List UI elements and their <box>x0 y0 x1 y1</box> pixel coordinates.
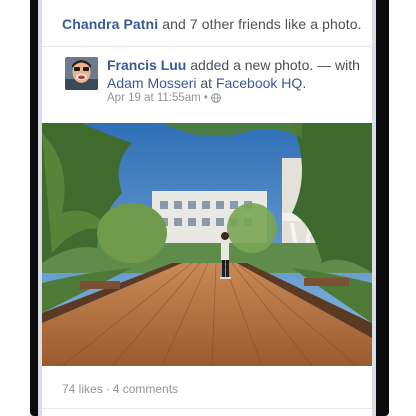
story-actor-link[interactable]: Chandra Patni <box>62 16 158 32</box>
phone-screen: Chandra Patni and 7 other friends like a… <box>38 0 376 416</box>
avatar[interactable] <box>65 57 98 90</box>
meta-dot: • <box>203 92 208 104</box>
footer-divider <box>42 408 372 409</box>
footer-separator: · <box>105 382 110 396</box>
likes-count-link[interactable]: 74 likes <box>62 382 103 396</box>
post-author-link[interactable]: Francis Luu <box>107 57 186 73</box>
tagged-friend-link[interactable]: Adam Mosseri <box>107 75 196 91</box>
post-action-text: added a new photo. — with <box>186 57 360 73</box>
story-header-text: and 7 other friends like a photo. <box>158 16 362 32</box>
avatar-image <box>65 57 98 90</box>
post-photo[interactable] <box>42 123 372 366</box>
story-header: Chandra Patni and 7 other friends like a… <box>42 0 372 47</box>
post-period-text: . <box>302 75 307 91</box>
campus-photo-image <box>42 123 372 366</box>
globe-icon[interactable] <box>210 93 221 103</box>
post-at-text: at <box>196 75 216 91</box>
post-meta: Apr 19 at 11:55am • <box>107 92 221 104</box>
place-link[interactable]: Facebook HQ <box>216 75 302 91</box>
comments-count-link[interactable]: 4 comments <box>113 382 178 396</box>
post-headline: Francis Luu added a new photo. — with Ad… <box>107 56 369 92</box>
story-footer: 74 likes · 4 comments <box>62 382 178 396</box>
post-timestamp[interactable]: Apr 19 at 11:55am <box>107 92 201 104</box>
